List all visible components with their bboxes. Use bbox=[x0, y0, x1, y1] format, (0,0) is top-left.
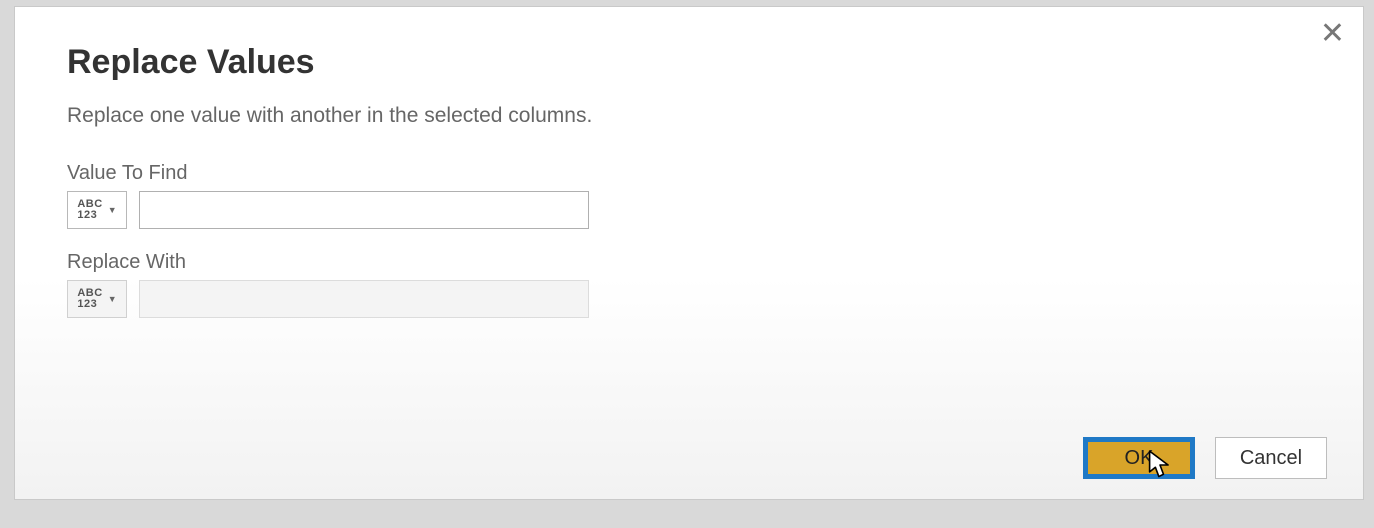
close-icon: ✕ bbox=[1320, 17, 1345, 50]
cancel-button-label: Cancel bbox=[1240, 447, 1302, 470]
replace-with-row: ABC 123 ▼ bbox=[67, 280, 1311, 318]
any-type-icon: ABC 123 bbox=[77, 288, 102, 310]
any-type-icon: ABC 123 bbox=[77, 199, 102, 221]
dialog-backdrop: ✕ Replace Values Replace one value with … bbox=[0, 0, 1374, 528]
dialog-title: Replace Values bbox=[67, 43, 1311, 82]
value-to-find-row: ABC 123 ▼ bbox=[67, 191, 1311, 229]
cancel-button[interactable]: Cancel bbox=[1215, 437, 1327, 479]
value-to-find-label: Value To Find bbox=[67, 162, 1311, 185]
dialog-button-row: OK Cancel bbox=[1083, 437, 1327, 479]
replace-with-type-selector[interactable]: ABC 123 ▼ bbox=[67, 280, 127, 318]
replace-values-dialog: ✕ Replace Values Replace one value with … bbox=[14, 6, 1364, 500]
chevron-down-icon: ▼ bbox=[108, 205, 117, 215]
ok-button-label: OK bbox=[1125, 447, 1154, 470]
replace-with-input[interactable] bbox=[139, 280, 589, 318]
replace-with-field: Replace With ABC 123 ▼ bbox=[67, 251, 1311, 318]
close-button[interactable]: ✕ bbox=[1320, 19, 1345, 49]
replace-with-label: Replace With bbox=[67, 251, 1311, 274]
value-to-find-input[interactable] bbox=[139, 191, 589, 229]
type-123-label: 123 bbox=[77, 210, 102, 221]
value-to-find-type-selector[interactable]: ABC 123 ▼ bbox=[67, 191, 127, 229]
value-to-find-field: Value To Find ABC 123 ▼ bbox=[67, 162, 1311, 229]
chevron-down-icon: ▼ bbox=[108, 294, 117, 304]
type-123-label: 123 bbox=[77, 299, 102, 310]
ok-button[interactable]: OK bbox=[1083, 437, 1195, 479]
dialog-subtitle: Replace one value with another in the se… bbox=[67, 104, 1311, 128]
